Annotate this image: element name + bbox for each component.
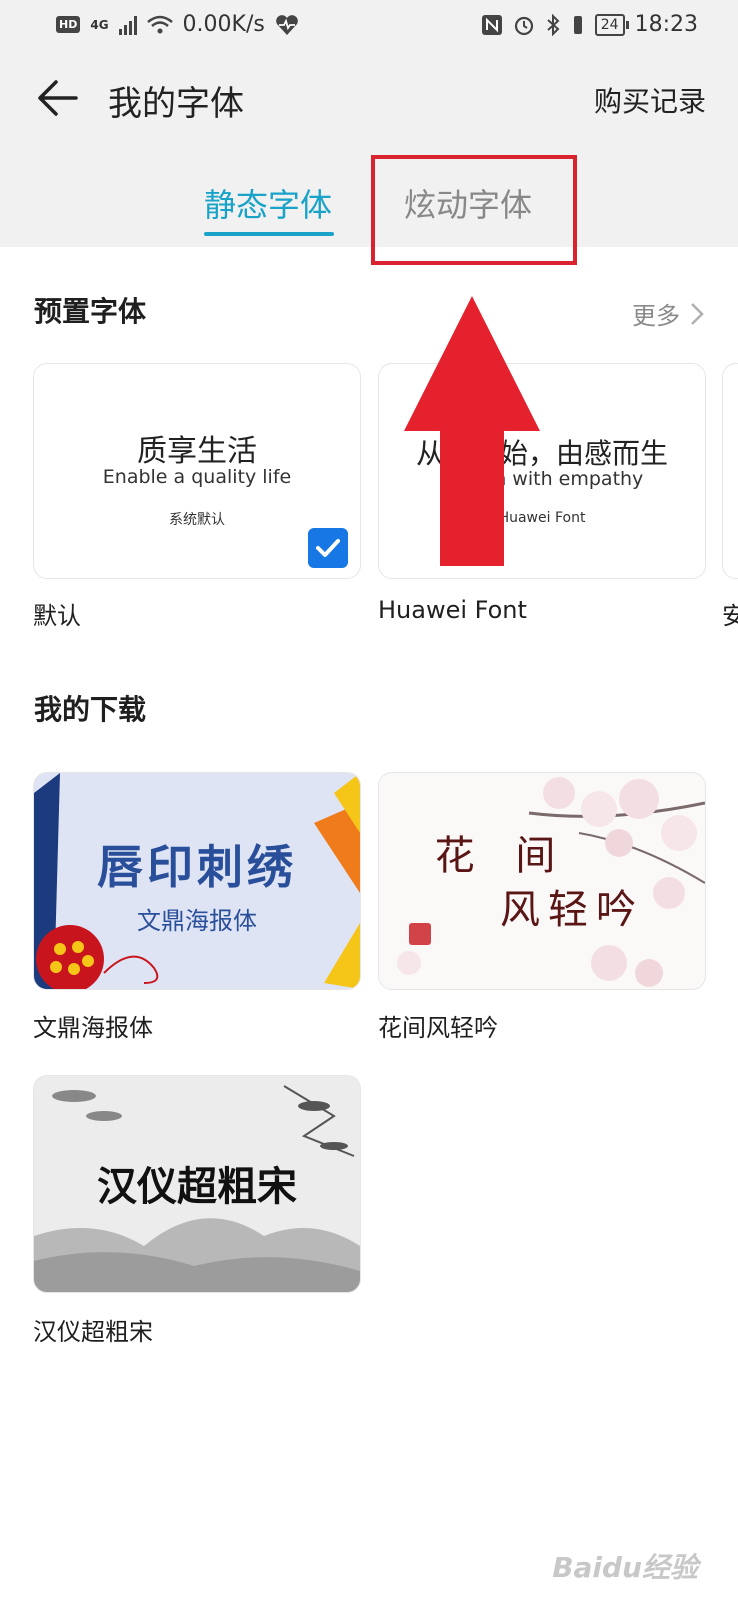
downloads-section-title: 我的下载 — [34, 693, 147, 726]
bluetooth-icon — [547, 13, 560, 36]
font-card-wending[interactable]: 唇印刺绣 文鼎海报体 — [33, 772, 361, 990]
tab-indicator — [204, 232, 334, 236]
more-button[interactable]: 更多 — [632, 296, 704, 331]
annotation-arrow-icon — [404, 296, 540, 566]
chevron-right-icon — [691, 302, 704, 325]
vibrate-icon — [573, 15, 582, 34]
huajian-art-line1: 花 间 — [434, 833, 570, 879]
font-card-default[interactable]: 质享生活 Enable a quality life 系统默认 — [33, 363, 361, 579]
annotation-highlight-box — [371, 155, 577, 265]
alarm-icon — [514, 16, 533, 35]
card-preview-title: 质享生活 — [137, 434, 257, 469]
font-card-huajian[interactable]: 花 间 风轻吟 — [378, 772, 706, 990]
purchase-history-button[interactable]: 购买记录 — [594, 80, 706, 120]
font-card-hanyi[interactable]: 汉仪超粗宋 — [33, 1075, 361, 1293]
back-arrow-icon[interactable] — [36, 78, 80, 118]
network-speed: 0.00K/s — [182, 12, 265, 37]
more-label: 更多 — [632, 302, 680, 330]
battery-icon: 24 — [594, 13, 629, 36]
nfc-icon — [481, 14, 502, 35]
selected-check-icon — [308, 528, 348, 568]
wending-art-subtitle: 文鼎海报体 — [137, 907, 257, 935]
status-bar: HD 4G 0.00K/s 24 18:23 — [0, 0, 738, 52]
network-type: 4G — [90, 17, 109, 32]
wending-art-title: 唇印刺绣 — [97, 840, 297, 894]
huajian-art-line2: 风轻吟 — [500, 887, 644, 933]
font-name-default: 默认 — [33, 602, 81, 630]
font-name-partial: 安 — [722, 602, 738, 630]
font-name-huajian: 花间风轻吟 — [378, 1014, 498, 1042]
status-right: 24 18:23 — [481, 12, 698, 37]
status-left: HD 4G 0.00K/s — [56, 12, 299, 37]
hanyi-art-title: 汉仪超粗宋 — [97, 1164, 297, 1210]
heartbeat-icon — [276, 14, 298, 35]
wifi-icon — [146, 15, 173, 33]
font-name-wending: 文鼎海报体 — [33, 1014, 153, 1042]
font-card-partial[interactable] — [722, 363, 738, 579]
card-preview-subtitle: Enable a quality life — [102, 466, 292, 488]
hd-badge: HD — [56, 16, 81, 33]
font-name-huawei: Huawei Font — [378, 596, 527, 624]
signal-icon — [118, 15, 137, 35]
preset-section-title: 预置字体 — [34, 295, 147, 328]
clock: 18:23 — [634, 12, 698, 37]
page-title: 我的字体 — [108, 84, 244, 124]
font-name-hanyi: 汉仪超粗宋 — [33, 1318, 153, 1346]
card-preview-tag: 系统默认 — [169, 512, 225, 528]
watermark: Baidu经验 — [552, 1551, 698, 1584]
tab-static-fonts[interactable]: 静态字体 — [204, 180, 332, 226]
